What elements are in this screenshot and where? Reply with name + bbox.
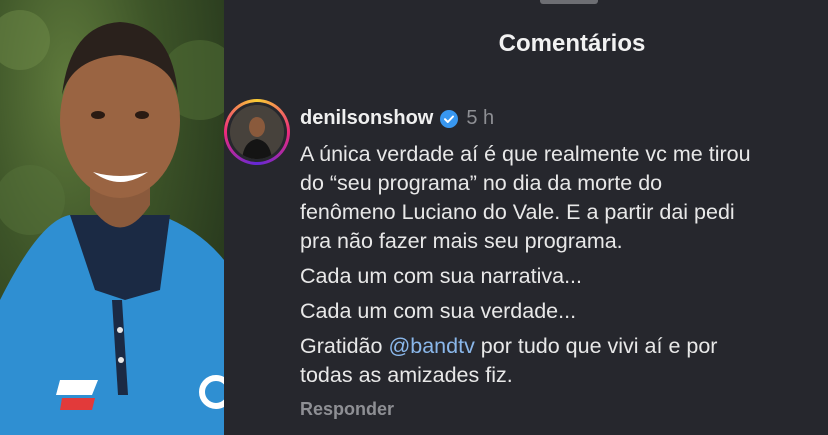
comment-line: fenômeno Luciano do Vale. E a partir dai… — [300, 200, 735, 224]
comment-text: por tudo que vivi aí e por — [474, 334, 718, 358]
comment-body: A única verdade aí é que realmente vc me… — [300, 140, 828, 390]
comment-line: A única verdade aí é que realmente vc me… — [300, 142, 751, 166]
story-ring — [224, 99, 290, 165]
reply-button[interactable]: Responder — [300, 399, 394, 420]
comment-line: pra não fazer mais seu programa. — [300, 229, 623, 253]
user-avatar[interactable] — [224, 99, 294, 174]
comment-line: do “seu programa” no dia da morte do — [300, 171, 663, 195]
comment-timestamp: 5 h — [466, 107, 495, 129]
comment-line: Gratidão @bandtv por tudo que vivi aí e … — [300, 332, 828, 361]
comment-header: denilsonshow 5 h — [300, 107, 494, 130]
avatar-image — [230, 105, 284, 159]
comment-line: Cada um com sua narrativa... — [300, 264, 583, 288]
person-photo — [0, 0, 224, 435]
verified-badge-icon — [440, 109, 459, 128]
comments-panel: Comentários denilsonshow 5 h A única ver… — [224, 0, 828, 435]
comment-line: todas as amizades fiz. — [300, 363, 513, 387]
comment-line: Cada um com sua verdade... — [300, 299, 577, 323]
comment-text: Gratidão — [300, 334, 389, 358]
username-link[interactable]: denilsonshow — [300, 107, 433, 130]
drag-handle[interactable] — [540, 0, 598, 4]
mention-link[interactable]: @bandtv — [388, 334, 474, 358]
panel-title: Comentários — [498, 30, 646, 57]
screenshot: Comentários denilsonshow 5 h A única ver… — [0, 0, 828, 435]
